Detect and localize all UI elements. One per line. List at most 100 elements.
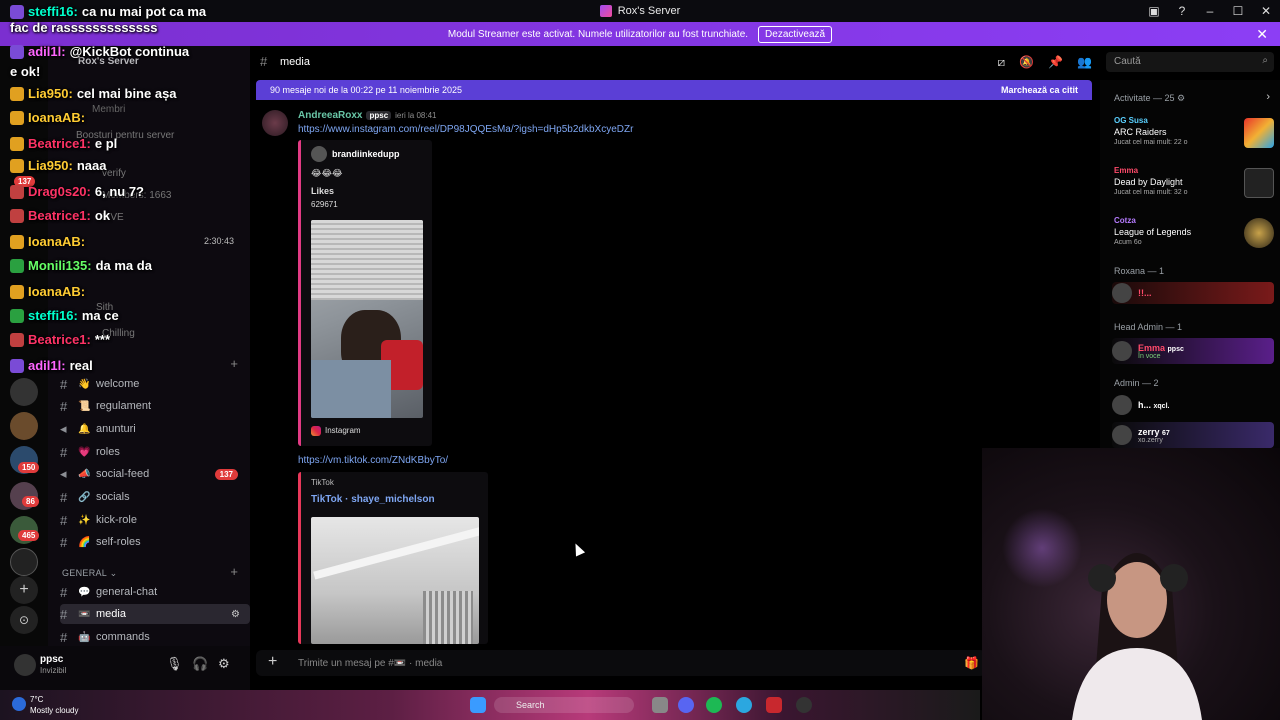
- channel-commands[interactable]: # 🤖 commands: [60, 627, 250, 647]
- user-status: Invizibil: [40, 666, 67, 675]
- channel-media[interactable]: # 📼 media ⚙: [60, 604, 250, 624]
- discover-icon[interactable]: ⊙: [10, 606, 38, 634]
- overlay-chat-user: Drag0s20:: [28, 184, 91, 199]
- windows-start-icon[interactable]: [470, 697, 486, 713]
- channel-label: media: [96, 608, 126, 620]
- activity-header[interactable]: Activitate — 25 ⚙: [1114, 93, 1185, 104]
- member-row[interactable]: h... xqcl.: [1112, 394, 1274, 416]
- weather-widget[interactable]: 7°C Mostly cloudy: [30, 694, 78, 716]
- member-name: Emma ppsc: [1138, 343, 1184, 353]
- microphone-icon[interactable]: 🎙: [166, 656, 183, 672]
- overlay-chat-line: Beatrice1: e pl: [10, 136, 117, 151]
- channel-emoji: 📜: [78, 400, 91, 412]
- disable-streamer-button[interactable]: Dezactivează: [758, 25, 833, 43]
- add-attachment-icon[interactable]: +: [268, 653, 277, 671]
- message-author[interactable]: AndreeaRoxx: [298, 110, 362, 121]
- pin-icon[interactable]: 📌: [1048, 55, 1063, 70]
- search-input[interactable]: Caută ⌕: [1106, 52, 1274, 72]
- channel-welcome[interactable]: # 👋 welcome: [60, 374, 250, 394]
- member-row[interactable]: zerry 67 xo.zerry: [1112, 422, 1274, 448]
- unread-badge: 150: [18, 462, 40, 473]
- member-row[interactable]: Emma ppsc În voce: [1112, 338, 1274, 364]
- hash-icon: #: [60, 584, 68, 600]
- add-channel-icon[interactable]: +: [230, 564, 238, 579]
- add-server-icon[interactable]: +: [10, 576, 38, 604]
- message-header: AndreeaRoxx ppsc ieri la 08:41: [298, 110, 437, 121]
- server-icon[interactable]: [10, 548, 38, 576]
- inbox-icon[interactable]: ▣: [1140, 4, 1168, 18]
- channel-social-feed[interactable]: ◂ 📣 social-feed 137: [60, 464, 250, 484]
- threads-icon[interactable]: ⧄: [998, 55, 1006, 70]
- server-icon[interactable]: [10, 378, 38, 406]
- notifications-muted-icon[interactable]: 🔕: [1019, 55, 1034, 70]
- members-link[interactable]: Membri: [92, 104, 125, 115]
- add-channel-icon[interactable]: +: [230, 356, 238, 371]
- chat-badge-icon: [10, 158, 24, 173]
- server-icon[interactable]: [10, 412, 38, 440]
- avatar: [311, 146, 327, 162]
- taskbar: 7°C Mostly cloudy Search: [0, 690, 980, 720]
- banner-close-icon[interactable]: ✕: [1256, 26, 1268, 43]
- channel-anunturi[interactable]: ◂ 🔔 anunturi: [60, 419, 250, 439]
- voice-timer: 2:30:43: [204, 236, 235, 246]
- app-icon[interactable]: [766, 697, 782, 713]
- category-general[interactable]: GENERAL ⌄: [62, 568, 117, 579]
- file-explorer-icon[interactable]: [652, 697, 668, 713]
- channel-socials[interactable]: # 🔗 socials: [60, 487, 250, 507]
- channel-label: anunturi: [96, 423, 136, 435]
- channel-roles[interactable]: # 💗 roles: [60, 442, 250, 462]
- channel-settings-icon[interactable]: ⚙: [231, 609, 240, 620]
- embed-provider: TikTok: [311, 478, 334, 487]
- discord-icon[interactable]: [678, 697, 694, 713]
- embed-account[interactable]: brandiinkedupp: [332, 149, 400, 159]
- channel-emoji: 📼: [78, 608, 91, 620]
- member-list-icon[interactable]: 👥: [1077, 55, 1092, 70]
- activity-card[interactable]: Emma Dead by Daylight Jucat cel mai mult…: [1114, 166, 1276, 206]
- avatar[interactable]: [14, 654, 36, 676]
- embed-image[interactable]: [311, 220, 423, 418]
- channel-regulament[interactable]: # 📜 regulament: [60, 396, 250, 416]
- chat-badge-icon: [10, 234, 24, 249]
- channel-kick-role[interactable]: # ✨ kick-role: [60, 510, 250, 530]
- gift-icon[interactable]: 🎁: [964, 656, 979, 670]
- weather-temp: 7°C: [30, 695, 44, 704]
- overlay-chat-line: Monili135: da ma da: [10, 258, 152, 273]
- tiktok-embed: TikTok TikTok · shaye_michelson: [298, 472, 488, 644]
- game-icon: [1244, 168, 1274, 198]
- activity-card[interactable]: OG Susa ARC Raiders Jucat cel mai mult: …: [1114, 116, 1276, 156]
- channel-label: general-chat: [96, 586, 158, 598]
- channel-label: commands: [96, 631, 150, 643]
- member-row[interactable]: !!...: [1112, 282, 1274, 304]
- overlay-chat-user: IoanaAB:: [28, 110, 86, 125]
- member-tag: ppsc: [1167, 345, 1184, 353]
- overlay-chat-line: steffi16: ma ce: [10, 308, 119, 323]
- maximize-icon[interactable]: ☐: [1224, 4, 1252, 18]
- obs-icon[interactable]: [796, 697, 812, 713]
- window-title-group: Rox's Server: [599, 5, 680, 17]
- embed-title[interactable]: TikTok · shaye_michelson: [311, 494, 435, 505]
- channel-self-roles[interactable]: # 🌈 self-roles: [60, 532, 250, 552]
- weather-desc: Mostly cloudy: [30, 706, 79, 715]
- overlay-chat-text: @KickBot continua: [69, 44, 190, 59]
- settings-gear-icon[interactable]: ⚙: [218, 656, 230, 672]
- taskbar-search[interactable]: Search: [494, 697, 634, 713]
- mark-as-read-button[interactable]: Marchează ca citit: [1001, 85, 1078, 95]
- overlay-chat-line: Drag0s20: 6, nu 7?: [10, 184, 144, 199]
- minimize-icon[interactable]: –: [1196, 4, 1224, 18]
- new-messages-bar[interactable]: 90 mesaje noi de la 00:22 pe 11 noiembri…: [256, 80, 1092, 100]
- channel-general-chat[interactable]: # 💬 general-chat: [60, 582, 250, 602]
- channel-emoji: 📣: [78, 468, 91, 480]
- spotify-icon[interactable]: [706, 697, 722, 713]
- headphones-icon[interactable]: 🎧: [192, 656, 208, 672]
- instagram-link[interactable]: https://www.instagram.com/reel/DP98JQQEs…: [298, 124, 633, 135]
- help-icon[interactable]: ?: [1168, 4, 1196, 18]
- avatar[interactable]: [262, 110, 288, 136]
- chevron-right-icon[interactable]: ›: [1266, 91, 1270, 103]
- edge-icon[interactable]: [736, 697, 752, 713]
- activity-card[interactable]: Cotza League of Legends Acum 6o: [1114, 216, 1276, 256]
- message-composer[interactable]: + Trimite un mesaj pe #📼 · media: [256, 650, 986, 676]
- tiktok-link[interactable]: https://vm.tiktok.com/ZNdKBbyTo/: [298, 455, 448, 466]
- close-icon[interactable]: ✕: [1252, 4, 1280, 18]
- overlay-chat-user: Beatrice1:: [28, 208, 91, 223]
- embed-image[interactable]: [311, 517, 479, 644]
